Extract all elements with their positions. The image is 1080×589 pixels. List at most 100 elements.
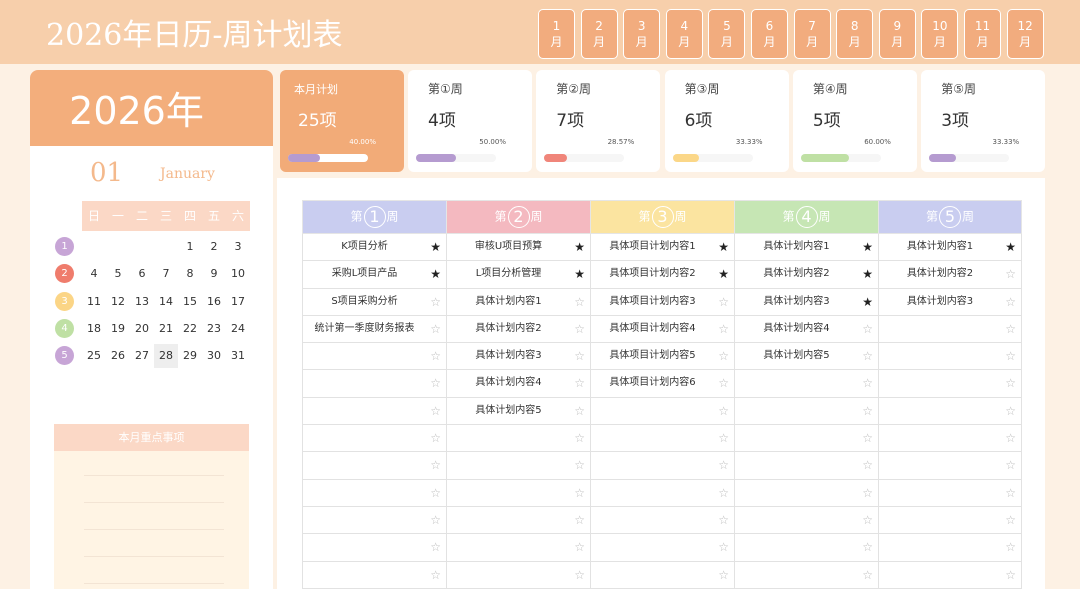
- task-cell[interactable]: K项目分析 ★: [302, 232, 447, 262]
- task-cell[interactable]: 具体计划内容1 ☆: [446, 287, 591, 316]
- task-cell[interactable]: ☆: [734, 533, 879, 562]
- star-empty-icon[interactable]: ☆: [718, 562, 729, 588]
- task-cell[interactable]: 采购L项目产品 ★: [302, 260, 447, 289]
- note-line[interactable]: [84, 529, 224, 530]
- task-cell[interactable]: 具体计划内容4 ☆: [446, 369, 591, 398]
- task-cell[interactable]: ☆: [590, 396, 735, 426]
- star-filled-icon[interactable]: ★: [574, 234, 585, 260]
- week-number-badge[interactable]: 5: [55, 346, 74, 366]
- star-empty-icon[interactable]: ☆: [1005, 452, 1016, 478]
- month-button-12[interactable]: 12 月: [1006, 9, 1044, 59]
- star-empty-icon[interactable]: ☆: [574, 343, 585, 369]
- star-empty-icon[interactable]: ☆: [862, 316, 873, 342]
- task-cell[interactable]: ☆: [302, 533, 447, 562]
- star-empty-icon[interactable]: ☆: [718, 343, 729, 369]
- task-cell[interactable]: 审核U项目预算 ★: [446, 232, 591, 262]
- week-number-badge[interactable]: 2: [55, 264, 74, 284]
- task-cell[interactable]: 具体项目计划内容1 ★: [590, 232, 735, 262]
- star-empty-icon[interactable]: ☆: [1005, 480, 1016, 506]
- task-cell[interactable]: ☆: [590, 560, 735, 589]
- star-filled-icon[interactable]: ★: [718, 234, 729, 260]
- task-cell[interactable]: ☆: [590, 505, 735, 535]
- star-empty-icon[interactable]: ☆: [574, 562, 585, 588]
- calendar-day[interactable]: 9: [202, 262, 226, 286]
- star-empty-icon[interactable]: ☆: [862, 343, 873, 369]
- star-empty-icon[interactable]: ☆: [574, 370, 585, 396]
- task-cell[interactable]: S项目采购分析 ☆: [302, 287, 447, 316]
- task-cell[interactable]: 具体计划内容2 ☆: [446, 314, 591, 344]
- star-empty-icon[interactable]: ☆: [574, 480, 585, 506]
- task-cell[interactable]: ☆: [590, 424, 735, 453]
- calendar-day[interactable]: 31: [226, 344, 250, 368]
- task-cell[interactable]: ☆: [446, 451, 591, 480]
- month-button-1[interactable]: 1月: [538, 9, 575, 59]
- calendar-day[interactable]: 14: [154, 290, 178, 314]
- star-empty-icon[interactable]: ☆: [862, 398, 873, 424]
- calendar-day[interactable]: 30: [202, 344, 226, 368]
- task-cell[interactable]: ☆: [446, 478, 591, 507]
- calendar-day[interactable]: 11: [82, 290, 106, 314]
- task-cell[interactable]: 具体项目计划内容5 ☆: [590, 342, 735, 371]
- star-empty-icon[interactable]: ☆: [430, 480, 441, 506]
- star-filled-icon[interactable]: ★: [574, 261, 585, 287]
- task-cell[interactable]: ☆: [878, 560, 1022, 589]
- task-cell[interactable]: 统计第一季度财务报表 ☆: [302, 314, 447, 344]
- task-cell[interactable]: 具体计划内容1 ★: [878, 232, 1022, 262]
- task-cell[interactable]: ☆: [878, 396, 1022, 426]
- task-cell[interactable]: 具体项目计划内容6 ☆: [590, 369, 735, 398]
- task-cell[interactable]: ☆: [590, 478, 735, 507]
- calendar-day[interactable]: 13: [130, 290, 154, 314]
- note-line[interactable]: [84, 583, 224, 584]
- task-cell[interactable]: ☆: [302, 342, 447, 371]
- star-empty-icon[interactable]: ☆: [1005, 507, 1016, 533]
- star-empty-icon[interactable]: ☆: [1005, 534, 1016, 560]
- task-cell[interactable]: ☆: [590, 533, 735, 562]
- task-cell[interactable]: ☆: [446, 560, 591, 589]
- task-cell[interactable]: ☆: [734, 451, 879, 480]
- calendar-day[interactable]: 6: [130, 262, 154, 286]
- task-cell[interactable]: ☆: [878, 314, 1022, 344]
- star-filled-icon[interactable]: ★: [1005, 234, 1016, 260]
- task-cell[interactable]: 具体计划内容2 ★: [734, 260, 879, 289]
- note-line[interactable]: [84, 556, 224, 557]
- star-empty-icon[interactable]: ☆: [430, 562, 441, 588]
- star-empty-icon[interactable]: ☆: [862, 562, 873, 588]
- task-cell[interactable]: ☆: [446, 424, 591, 453]
- task-cell[interactable]: 具体计划内容3 ★: [734, 287, 879, 316]
- month-button-4[interactable]: 4月: [665, 9, 703, 59]
- task-cell[interactable]: ☆: [302, 396, 447, 426]
- calendar-day-today[interactable]: 28: [154, 344, 178, 369]
- star-empty-icon[interactable]: ☆: [574, 452, 585, 478]
- star-empty-icon[interactable]: ☆: [574, 289, 585, 315]
- task-cell[interactable]: ☆: [734, 560, 879, 589]
- star-empty-icon[interactable]: ☆: [862, 370, 873, 396]
- month-button-7[interactable]: 7月: [793, 9, 831, 59]
- star-empty-icon[interactable]: ☆: [862, 452, 873, 478]
- calendar-day[interactable]: 23: [202, 317, 226, 341]
- calendar-day[interactable]: 5: [106, 262, 130, 286]
- calendar-day[interactable]: 8: [178, 262, 202, 286]
- calendar-day[interactable]: 26: [106, 344, 130, 368]
- task-cell[interactable]: 具体计划内容5 ☆: [734, 342, 879, 371]
- calendar-day[interactable]: 17: [226, 290, 250, 314]
- star-empty-icon[interactable]: ☆: [718, 507, 729, 533]
- calendar-day[interactable]: 25: [82, 344, 106, 368]
- week-number-badge[interactable]: 1: [55, 237, 74, 256]
- task-cell[interactable]: L项目分析管理 ★: [446, 260, 591, 289]
- star-empty-icon[interactable]: ☆: [1005, 343, 1016, 369]
- star-empty-icon[interactable]: ☆: [574, 425, 585, 451]
- star-empty-icon[interactable]: ☆: [862, 425, 873, 451]
- star-empty-icon[interactable]: ☆: [430, 534, 441, 560]
- star-empty-icon[interactable]: ☆: [1005, 425, 1016, 451]
- star-empty-icon[interactable]: ☆: [1005, 289, 1016, 315]
- calendar-day[interactable]: 22: [178, 317, 202, 341]
- task-cell[interactable]: 具体项目计划内容3 ☆: [590, 287, 735, 316]
- week-number-badge[interactable]: 3: [55, 291, 74, 311]
- task-cell[interactable]: ☆: [878, 451, 1022, 480]
- star-filled-icon[interactable]: ★: [862, 261, 873, 287]
- star-empty-icon[interactable]: ☆: [862, 507, 873, 533]
- calendar-day[interactable]: 2: [202, 235, 226, 259]
- calendar-day[interactable]: 20: [130, 317, 154, 341]
- note-line[interactable]: [84, 475, 224, 476]
- calendar-day[interactable]: 10: [226, 262, 250, 286]
